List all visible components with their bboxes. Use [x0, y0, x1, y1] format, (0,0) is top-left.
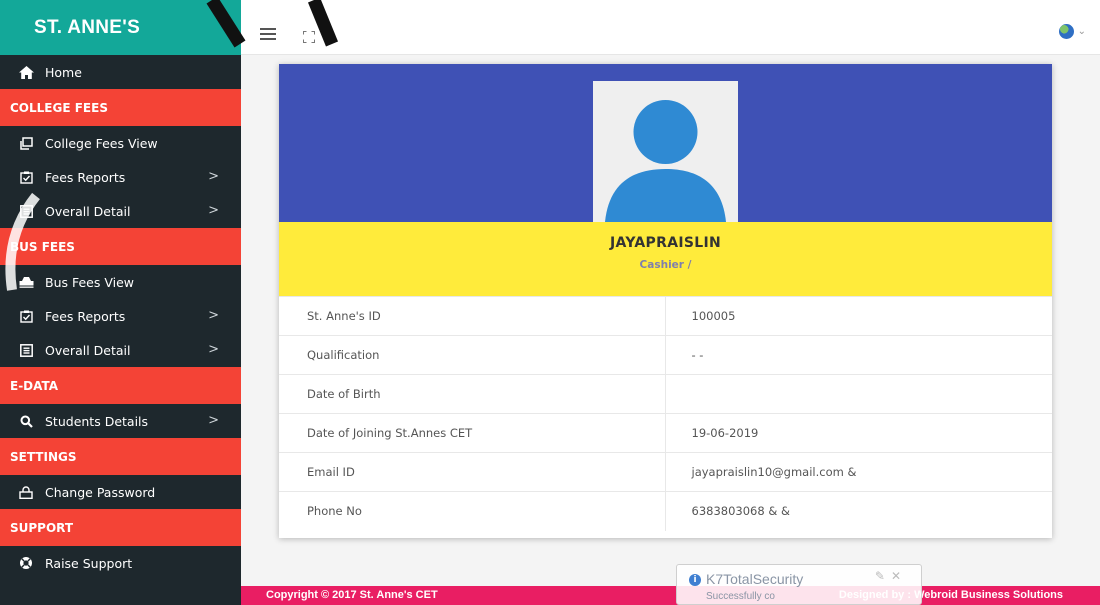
- security-notification[interactable]: i K7TotalSecurity Successfully co ✎✕: [676, 564, 922, 605]
- search-icon: [18, 413, 34, 429]
- profile-banner: [279, 64, 1052, 222]
- sidebar-item-label: Home: [45, 64, 82, 80]
- brand-logo[interactable]: ST. ANNE'S: [0, 0, 241, 55]
- sidebar-item-college-overall-detail[interactable]: Overall Detail >: [0, 194, 241, 228]
- profile-role: Cashier /: [639, 259, 692, 271]
- info-icon: i: [689, 574, 701, 586]
- chevron-down-icon: ⌄: [1077, 26, 1086, 37]
- window-icon: [18, 135, 34, 151]
- sidebar-item-label: College Fees View: [45, 135, 158, 151]
- table-row: Phone No 6383803068 & &: [279, 491, 1052, 531]
- lifebuoy-icon: [18, 555, 34, 571]
- menu-toggle-icon[interactable]: [260, 28, 276, 43]
- top-navbar: ⌄: [241, 0, 1100, 55]
- chevron-right-icon: >: [208, 203, 219, 218]
- sidebar-item-college-fees-view[interactable]: College Fees View: [0, 126, 241, 160]
- sidebar-item-home[interactable]: Home: [0, 55, 241, 89]
- profile-details-table: St. Anne's ID 100005 Qualification - - D…: [279, 296, 1052, 531]
- footer-copyright: Copyright © 2017 St. Anne's CET: [266, 589, 438, 601]
- sidebar-section-settings: SETTINGS: [0, 438, 241, 475]
- clipboard-check-icon: [18, 308, 34, 324]
- row-value: 100005: [664, 296, 1052, 336]
- sidebar-item-bus-fees-reports[interactable]: Fees Reports >: [0, 299, 241, 333]
- sidebar-item-label: Overall Detail: [45, 342, 131, 358]
- close-icon[interactable]: ✎✕: [875, 569, 907, 583]
- list-box-icon: [18, 342, 34, 358]
- user-menu[interactable]: ⌄: [1058, 24, 1086, 39]
- row-value: - -: [664, 335, 1052, 375]
- sidebar-item-label: Change Password: [45, 484, 156, 500]
- list-box-icon: [18, 203, 34, 219]
- fullscreen-icon[interactable]: [303, 28, 315, 43]
- user-avatar-icon: [1058, 24, 1074, 39]
- sidebar-item-label: Overall Detail: [45, 203, 131, 219]
- clipboard-check-icon: [18, 169, 34, 185]
- sidebar-item-college-fees-reports[interactable]: Fees Reports >: [0, 160, 241, 194]
- chevron-right-icon: >: [208, 308, 219, 323]
- footer: Copyright © 2017 St. Anne's CET Designed…: [241, 586, 1100, 605]
- row-label: Qualification: [279, 335, 665, 375]
- table-row: St. Anne's ID 100005: [279, 296, 1052, 336]
- table-row: Date of Joining St.Annes CET 19-06-2019: [279, 413, 1052, 453]
- row-label: Email ID: [279, 452, 665, 492]
- chevron-right-icon: >: [208, 342, 219, 357]
- sidebar-item-change-password[interactable]: Change Password: [0, 475, 241, 509]
- sidebar-item-label: Students Details: [45, 413, 149, 429]
- sidebar-item-bus-overall-detail[interactable]: Overall Detail >: [0, 333, 241, 367]
- row-label: St. Anne's ID: [279, 296, 665, 336]
- row-label: Date of Birth: [279, 374, 665, 414]
- row-value: [664, 374, 1052, 414]
- row-label: Date of Joining St.Annes CET: [279, 413, 665, 453]
- sidebar-item-label: Bus Fees View: [45, 274, 135, 290]
- row-value: jayapraislin10@gmail.com &: [664, 452, 1052, 492]
- profile-avatar: [593, 81, 738, 222]
- sidebar-section-support: SUPPORT: [0, 509, 241, 546]
- table-row: Qualification - -: [279, 335, 1052, 375]
- sidebar-item-label: Fees Reports: [45, 169, 126, 185]
- row-value: 6383803068 & &: [664, 491, 1052, 531]
- sidebar-item-label: Raise Support: [45, 555, 133, 571]
- brand-title: ST. ANNE'S: [34, 16, 141, 38]
- sidebar-section-bus-fees: BUS FEES: [0, 228, 241, 265]
- sidebar: ST. ANNE'S Home COLLEGE FEES College Fee…: [0, 0, 241, 605]
- car-icon: [18, 274, 34, 290]
- profile-name: JAYAPRAISLIN: [610, 235, 721, 251]
- table-row: Date of Birth: [279, 374, 1052, 414]
- sidebar-section-e-data: E-DATA: [0, 367, 241, 404]
- profile-name-bar: JAYAPRAISLIN Cashier /: [279, 222, 1052, 296]
- notification-message: Successfully co: [706, 591, 775, 602]
- sidebar-item-raise-support[interactable]: Raise Support: [0, 546, 241, 580]
- profile-card: JAYAPRAISLIN Cashier / St. Anne's ID 100…: [279, 64, 1052, 538]
- sidebar-item-label: Fees Reports: [45, 308, 126, 324]
- chevron-right-icon: >: [208, 169, 219, 184]
- sidebar-item-bus-fees-view[interactable]: Bus Fees View: [0, 265, 241, 299]
- notification-title: K7TotalSecurity: [706, 571, 804, 587]
- home-icon: [18, 64, 34, 80]
- sidebar-item-students-details[interactable]: Students Details >: [0, 404, 241, 438]
- row-label: Phone No: [279, 491, 665, 531]
- table-row: Email ID jayapraislin10@gmail.com &: [279, 452, 1052, 492]
- row-value: 19-06-2019: [664, 413, 1052, 453]
- sidebar-section-college-fees: COLLEGE FEES: [0, 89, 241, 126]
- lock-icon: [18, 484, 34, 500]
- chevron-right-icon: >: [208, 413, 219, 428]
